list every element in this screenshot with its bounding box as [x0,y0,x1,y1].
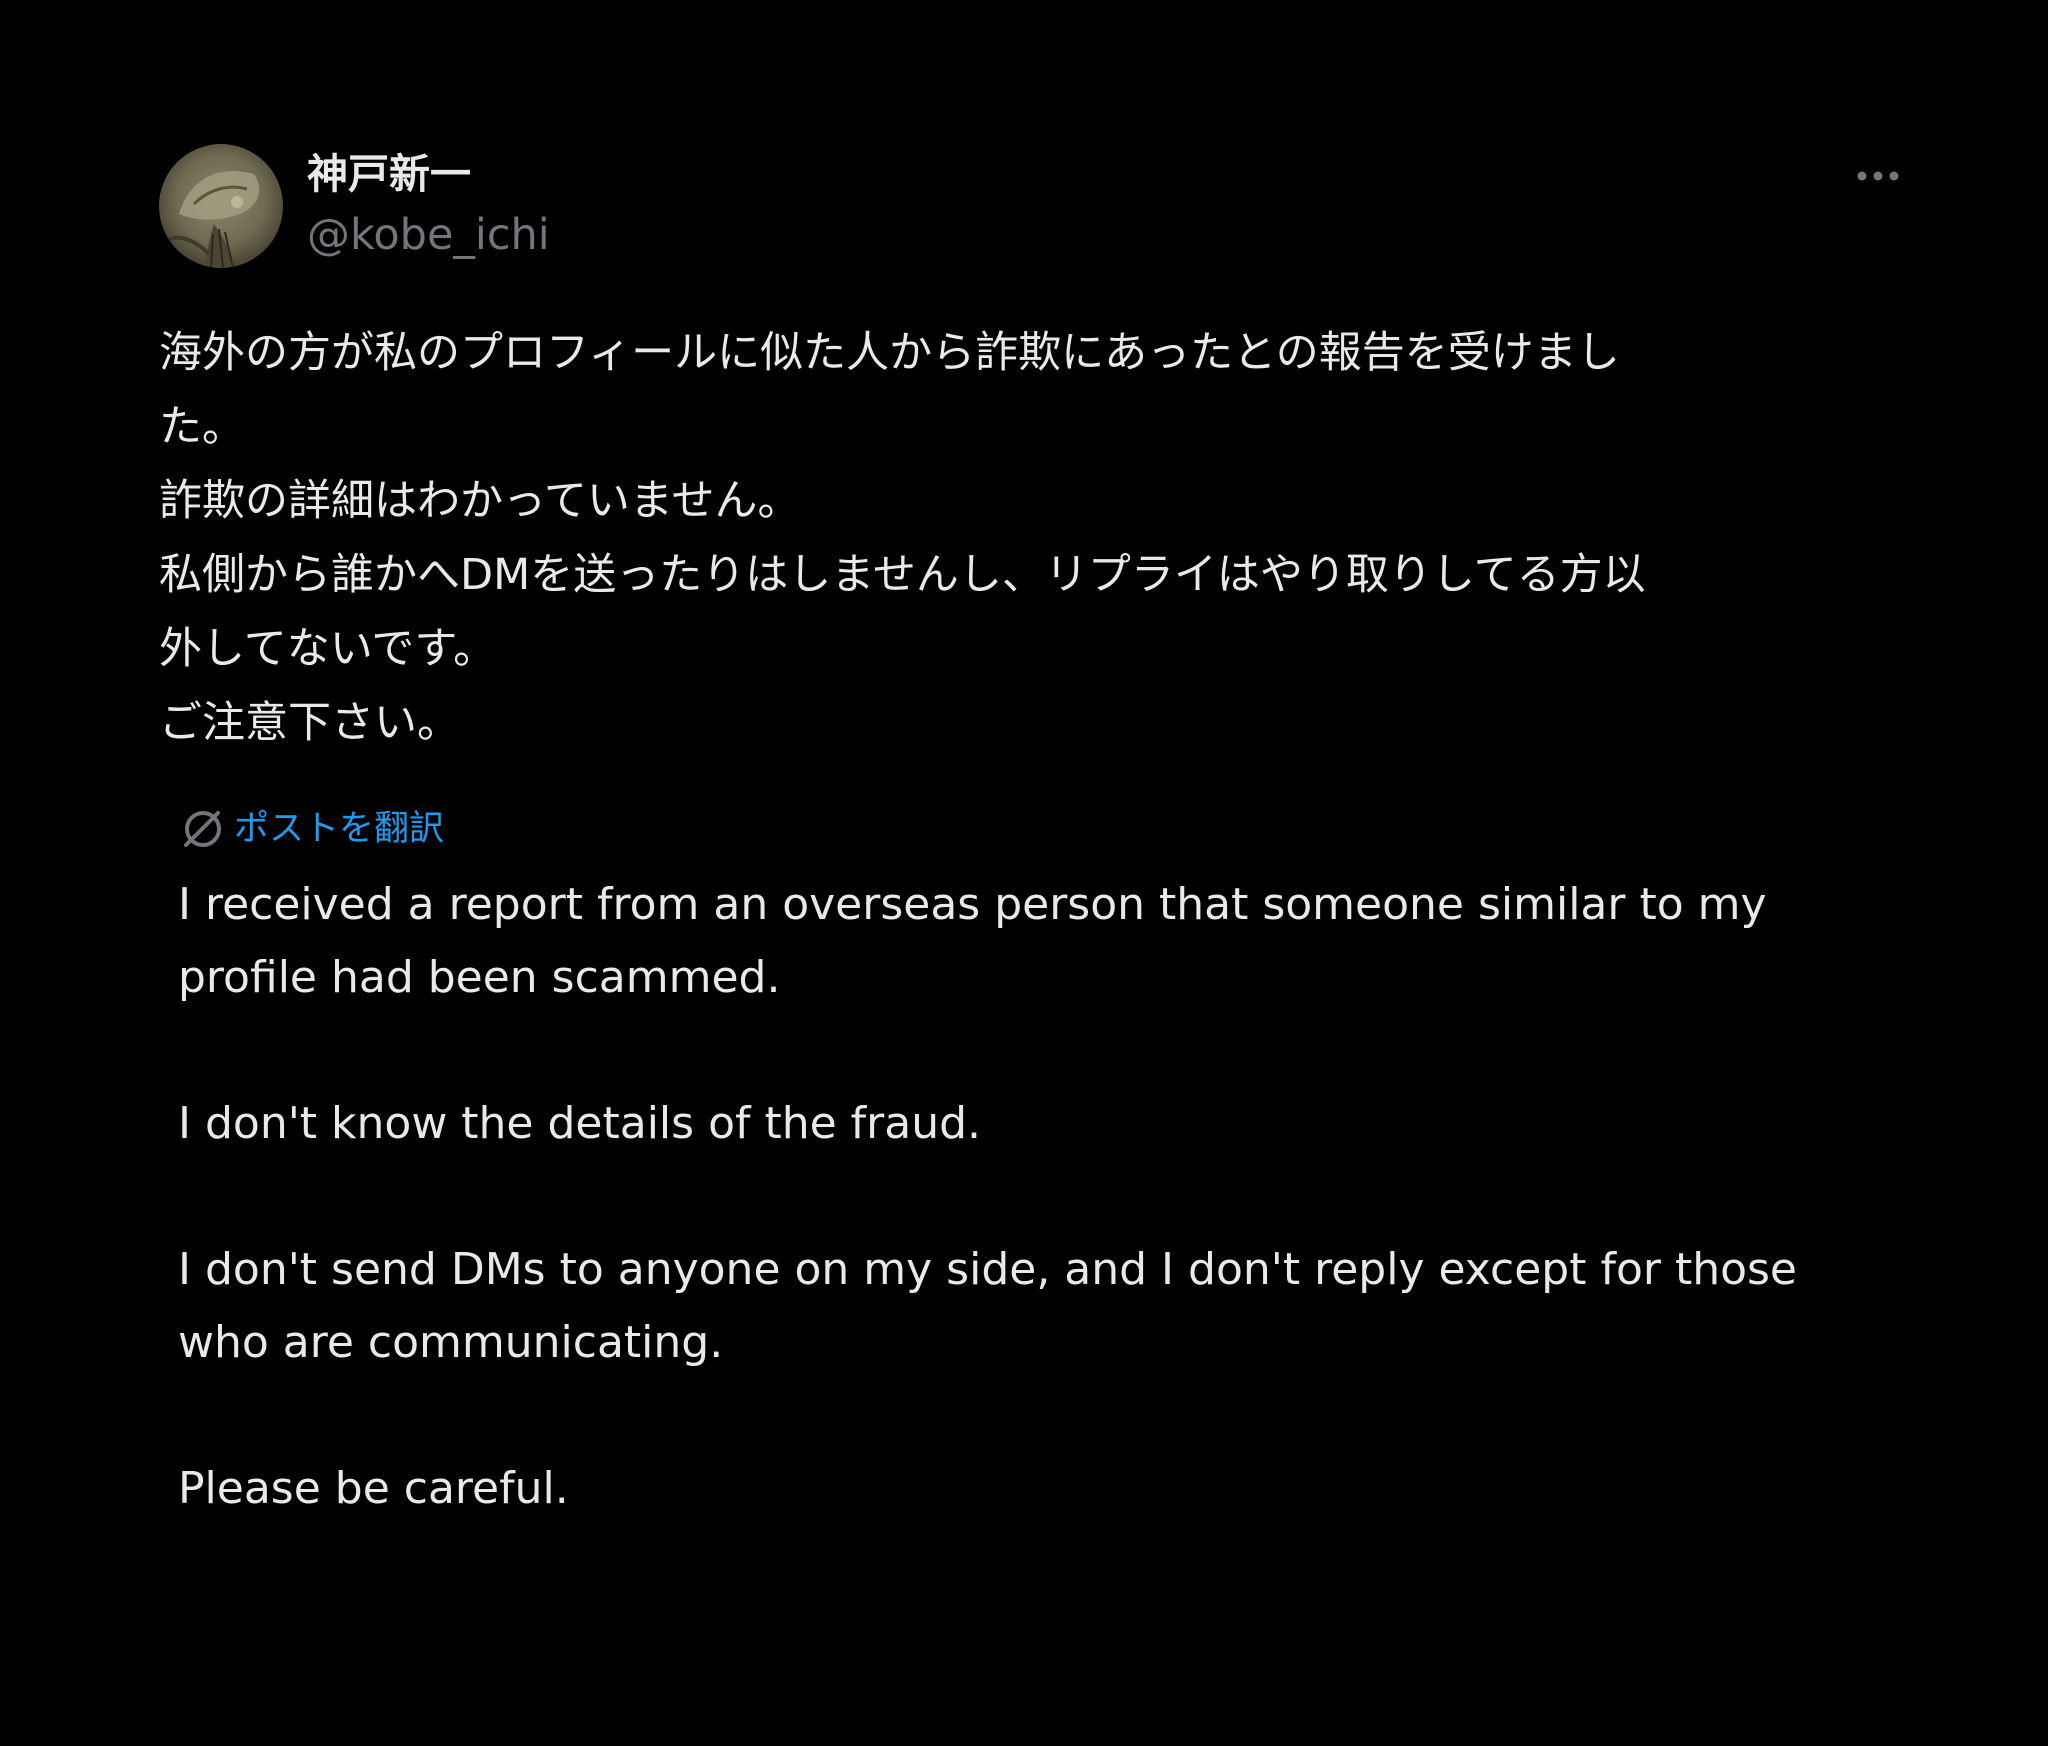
translation-line: profile had been scammed. [178,952,781,1003]
post-text-line: 海外の方が私のプロフィールに似た人から詐欺にあったとの報告を受けまし [159,328,1620,378]
handle[interactable]: @kobe_ichi [307,208,550,262]
post-text-line: た。 [159,402,245,452]
translate-globe-icon [184,811,221,847]
translation-line: I don't send DMs to anyone on my side, a… [178,1244,1797,1295]
translate-post-button[interactable]: ポストを翻訳 [178,803,444,855]
post-text-line: 詐欺の詳細はわかっていません。 [159,476,801,526]
translation-line: I don't know the details of the fraud. [178,1098,981,1149]
translate-label: ポストを翻訳 [234,809,445,849]
display-name[interactable]: 神戸新一 [307,148,471,200]
post-text-line: ご注意下さい。 [159,698,460,748]
post-text-line: 外してないです。 [159,624,497,674]
translation-text: I received a report from an overseas per… [178,868,1898,1525]
post-text-line: 私側から誰かへDMを送ったりはしませんし、リプライはやり取りしてる方以 [159,550,1646,600]
more-options-button[interactable] [1852,156,1908,196]
more-options-icon [1857,171,1899,181]
translation-line: I received a report from an overseas per… [178,879,1767,930]
avatar[interactable] [159,144,283,268]
post-text: 海外の方が私のプロフィールに似た人から詐欺にあったとの報告を受けまし た。 詐欺… [159,316,1879,760]
translation-line: who are communicating. [178,1317,724,1368]
post: 神戸新一 @kobe_ichi 海外の方が私のプロフィールに似た人から詐欺にあっ… [0,0,2048,1746]
translation-line: Please be careful. [178,1463,569,1514]
avatar-image-icon [159,144,283,268]
